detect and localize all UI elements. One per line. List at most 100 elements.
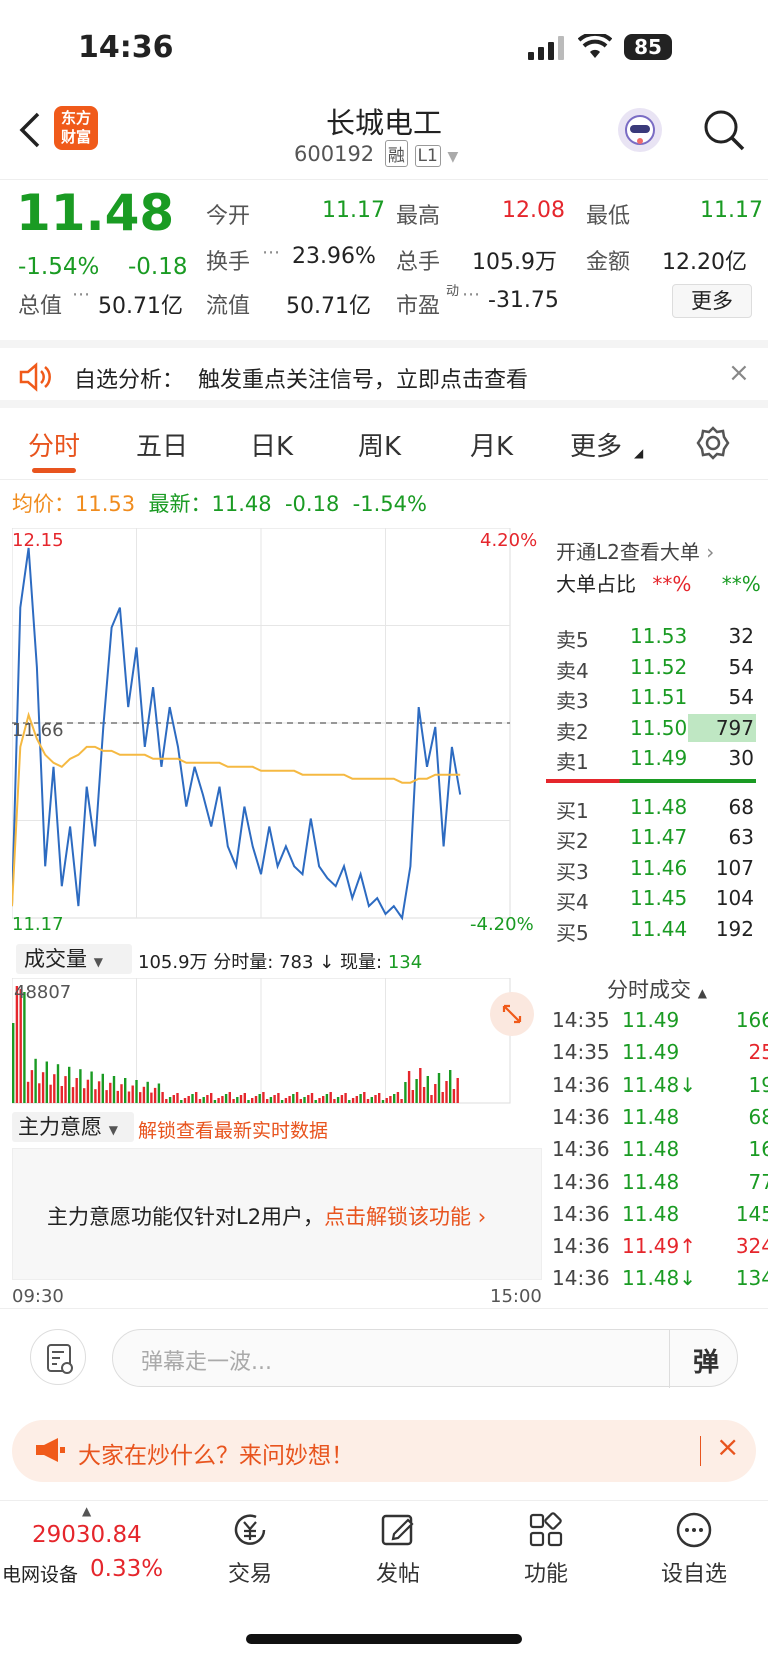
float-label: 流值 xyxy=(206,294,251,319)
trade-volume: 68 xyxy=(748,1104,768,1129)
tab-5day[interactable]: 五日 xyxy=(136,426,188,463)
tab-more[interactable]: 更多 xyxy=(570,426,622,463)
ask-row[interactable]: 卖3 11.51 54 xyxy=(546,683,768,715)
stock-code-row[interactable]: 600192 融 L1 ▼ xyxy=(294,140,458,167)
level-volume: 32 xyxy=(728,624,754,648)
tab-monthly[interactable]: 月K xyxy=(470,426,513,463)
volume-bar xyxy=(441,1092,444,1103)
trade-time: 14:36 xyxy=(552,1169,610,1194)
volume-bar xyxy=(153,1087,157,1103)
danmu-input[interactable]: 弹幕走一波... 弹 xyxy=(112,1329,738,1388)
notice-link[interactable]: 点击解锁该功能 xyxy=(324,1205,471,1229)
volume-bar xyxy=(400,1099,403,1103)
volume-bar xyxy=(228,1092,231,1103)
volume-value: 105.9万 xyxy=(472,250,557,275)
index-value[interactable]: 29030.84 xyxy=(32,1522,142,1548)
notes-icon[interactable] xyxy=(30,1329,86,1385)
analysis-banner[interactable]: 自选分析： 触发重点关注信号，立即点击查看 × xyxy=(0,340,768,408)
tab-intraday[interactable]: 分时 xyxy=(28,426,80,463)
chart-legend: 均价：11.53 最新：11.48 -0.18 -1.54% xyxy=(12,488,427,518)
nav-post[interactable]: 发帖 xyxy=(348,1510,448,1588)
bid-row[interactable]: 买2 11.47 63 xyxy=(546,823,768,855)
trade-time: 14:36 xyxy=(552,1104,610,1129)
intraday-price-chart[interactable] xyxy=(12,528,542,938)
volume-bar xyxy=(269,1097,273,1103)
main-force-notice-box: 主力意愿功能仅针对L2用户，点击解锁该功能 › xyxy=(12,1148,542,1280)
volume-bar xyxy=(15,986,19,1103)
volume-dropdown[interactable]: 成交量 ▼ xyxy=(16,944,132,974)
ask-row[interactable]: 卖2 11.50 797 xyxy=(546,713,768,746)
volume-bar xyxy=(288,1096,291,1103)
float-value: 50.71亿 xyxy=(286,294,371,319)
turnover-info-icon[interactable]: ⋯ xyxy=(262,242,280,263)
more-button[interactable]: 更多 xyxy=(672,284,752,318)
ad-bar[interactable]: 大家在炒什么？来问妙想！ × xyxy=(12,1420,756,1482)
avg-price-series-line xyxy=(12,711,461,907)
volume-bar xyxy=(280,1100,284,1103)
trade-row: 14:36 11.48↓ 19 xyxy=(552,1071,768,1103)
volume-bar xyxy=(340,1095,344,1103)
settings-gear-icon[interactable] xyxy=(696,426,730,464)
unlock-link[interactable]: 解锁查看最新实时数据 xyxy=(138,1116,328,1143)
bid-row[interactable]: 买3 11.46 107 xyxy=(546,854,768,886)
nav-functions[interactable]: 功能 xyxy=(496,1510,596,1588)
level-price: 11.48 xyxy=(630,794,688,819)
trade-row: 14:36 11.48 16 xyxy=(552,1135,768,1167)
volume-dropdown-label: 成交量 xyxy=(24,947,87,971)
volume-bar xyxy=(292,1094,295,1103)
trade-volume: 145 xyxy=(735,1201,768,1226)
bid-row[interactable]: 买1 11.48 68 xyxy=(546,793,768,825)
ask-row[interactable]: 卖1 11.49 30 xyxy=(546,744,768,776)
tab-underline xyxy=(32,468,76,473)
expand-icon[interactable] xyxy=(490,992,534,1036)
volume-bar xyxy=(53,1074,56,1103)
volume-bar xyxy=(258,1094,261,1103)
ask-row[interactable]: 卖5 11.53 32 xyxy=(546,622,768,654)
volume-bar xyxy=(262,1092,265,1103)
l2-link[interactable]: 开通L2查看大单 › xyxy=(556,536,714,565)
level-label: 买4 xyxy=(556,890,589,914)
bid-row[interactable]: 买4 11.45 104 xyxy=(546,884,768,916)
assistant-avatar-icon[interactable] xyxy=(618,108,662,152)
level-label: 卖4 xyxy=(556,658,589,683)
volume-bar xyxy=(224,1094,228,1103)
minute-vol: 783 xyxy=(279,952,314,973)
trades-header[interactable]: 分时成交 ▲ xyxy=(546,974,768,1004)
badge-l1: L1 xyxy=(414,145,441,167)
pe-info-icon[interactable]: ⋯ xyxy=(462,284,480,305)
volume-bar xyxy=(236,1097,239,1103)
change-pct: -1.54% xyxy=(18,254,100,280)
danmu-button[interactable]: 弹 xyxy=(693,1342,719,1379)
volume-bar xyxy=(139,1092,142,1103)
turnover-value: 23.96% xyxy=(292,244,376,269)
stock-code: 600192 xyxy=(294,142,375,166)
volume-bar xyxy=(23,992,26,1103)
divider xyxy=(669,1330,670,1388)
volume-bar xyxy=(202,1097,205,1103)
y-left-top: 12.15 xyxy=(12,530,64,551)
mktcap-info-icon[interactable]: ⋯ xyxy=(72,284,90,305)
volume-label: 总手 xyxy=(396,250,441,275)
main-force-dropdown[interactable]: 主力意愿 ▼ xyxy=(12,1112,134,1142)
volume-bar xyxy=(239,1095,243,1103)
tab-daily[interactable]: 日K xyxy=(250,426,293,463)
volume-bar xyxy=(116,1090,119,1103)
bid-row[interactable]: 买5 11.44 192 xyxy=(546,915,768,947)
tab-weekly[interactable]: 周K xyxy=(358,426,401,463)
tab-more-caret-icon: ◢ xyxy=(634,446,644,460)
volume-total: 105.9万 xyxy=(138,952,208,973)
down-arrow-icon: ↓ xyxy=(319,952,335,973)
search-icon[interactable] xyxy=(702,108,746,156)
close-icon[interactable]: × xyxy=(716,1430,739,1463)
volume-bar xyxy=(393,1094,396,1103)
trade-volume: 77 xyxy=(748,1169,768,1194)
volume-bar xyxy=(176,1093,179,1103)
signal-icon xyxy=(528,36,566,64)
trade-price: 11.48↓ xyxy=(622,1072,697,1097)
volume-chart[interactable] xyxy=(12,978,542,1108)
nav-add-watchlist[interactable]: 设自选 xyxy=(644,1510,744,1588)
volume-bar xyxy=(426,1076,429,1103)
close-icon[interactable]: × xyxy=(728,358,750,388)
ask-row[interactable]: 卖4 11.52 54 xyxy=(546,653,768,685)
nav-trade[interactable]: 交易 xyxy=(200,1510,300,1588)
